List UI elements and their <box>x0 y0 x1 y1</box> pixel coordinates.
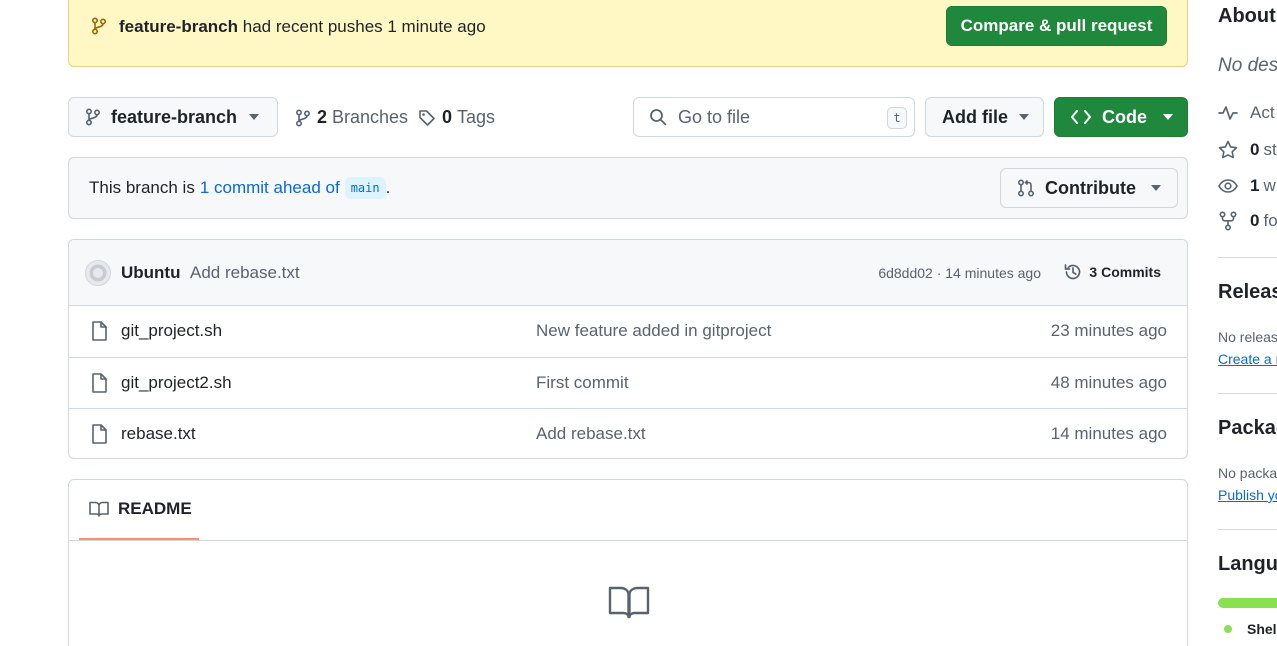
banner-text: feature-branch had recent pushes 1 minut… <box>119 17 486 37</box>
forks-label: fo <box>1263 211 1277 230</box>
language-bar <box>1218 598 1277 608</box>
chevron-down-icon <box>1151 185 1161 191</box>
file-icon <box>91 373 107 393</box>
file-commit-message[interactable]: New feature added in gitproject <box>536 321 771 341</box>
avatar[interactable] <box>85 260 111 286</box>
file-commit-time: 14 minutes ago <box>1050 424 1167 443</box>
file-commit-message[interactable]: First commit <box>536 373 629 393</box>
readme-divider <box>69 540 1187 541</box>
file-name[interactable]: rebase.txt <box>121 424 196 444</box>
table-row[interactable]: git_project2.sh First commit 48 minutes … <box>69 357 1187 408</box>
file-name[interactable]: git_project.sh <box>121 321 222 341</box>
watching-label: w <box>1263 176 1276 195</box>
stars-label: st <box>1263 140 1277 159</box>
activity-label: Act <box>1250 103 1275 122</box>
ahead-prefix: This branch is <box>89 178 195 197</box>
language-shell[interactable]: Shell <box>1247 621 1277 637</box>
search-icon <box>649 108 667 126</box>
branches-count: 2 <box>317 107 328 127</box>
sidebar-divider <box>1218 529 1277 530</box>
banner-branch-name[interactable]: feature-branch <box>119 17 238 36</box>
packages-empty-text: No packa <box>1218 465 1277 481</box>
forks-count: 0 <box>1250 211 1260 230</box>
tag-icon <box>418 109 436 127</box>
tab-readme[interactable]: README <box>79 480 199 540</box>
file-icon <box>91 424 107 444</box>
commits-count-label: 3 Commits <box>1089 264 1161 280</box>
watchers-link[interactable]: 1 w <box>1218 176 1276 196</box>
language-dot <box>1224 625 1232 633</box>
tags-link[interactable]: 0 Tags <box>418 107 495 128</box>
search-placeholder: Go to file <box>678 106 751 127</box>
readme-tab-label: README <box>118 499 192 518</box>
book-icon <box>89 500 109 518</box>
about-description: No des <box>1218 55 1277 76</box>
file-table: Ubuntu Add rebase.txt 6d8dd02 · 14 minut… <box>68 239 1188 459</box>
packages-heading[interactable]: Packag <box>1218 417 1277 440</box>
git-branch-icon <box>85 108 101 126</box>
code-button-label: Code <box>1102 106 1147 127</box>
pulse-icon <box>1218 104 1238 122</box>
latest-commit-bar: Ubuntu Add rebase.txt 6d8dd02 · 14 minut… <box>69 240 1187 306</box>
base-branch-chip[interactable]: main <box>344 177 386 199</box>
file-icon <box>91 321 107 341</box>
compare-pull-request-button[interactable]: Compare & pull request <box>946 6 1167 46</box>
stars-link[interactable]: 0 st <box>1218 140 1277 160</box>
table-row[interactable]: rebase.txt Add rebase.txt 14 minutes ago <box>69 408 1187 458</box>
languages-heading: Langua <box>1218 553 1277 575</box>
repo-forked-icon <box>1218 211 1238 231</box>
history-icon <box>1063 262 1083 282</box>
contribute-label: Contribute <box>1045 177 1136 198</box>
ahead-commits-link[interactable]: 1 commit ahead of <box>200 178 340 198</box>
branch-ahead-notice: This branch is 1 commit ahead of main . … <box>68 157 1188 219</box>
banner-message: had recent pushes 1 minute ago <box>242 17 486 36</box>
file-commit-time: 48 minutes ago <box>1050 373 1167 392</box>
branch-select-button[interactable]: feature-branch <box>68 97 278 137</box>
code-icon <box>1071 110 1091 124</box>
go-to-file-search[interactable]: Go to file t <box>633 97 915 137</box>
create-release-link[interactable]: Create a r <box>1218 351 1277 367</box>
releases-empty-text: No releas <box>1218 329 1277 345</box>
releases-heading[interactable]: Release <box>1218 281 1277 304</box>
commits-history-link[interactable]: 3 Commits <box>1063 262 1161 282</box>
tags-count: 0 <box>442 107 453 127</box>
activity-link[interactable]: Act <box>1218 103 1275 123</box>
recent-push-banner: feature-branch had recent pushes 1 minut… <box>68 0 1188 67</box>
code-button[interactable]: Code <box>1054 97 1188 137</box>
forks-link[interactable]: 0 fo <box>1218 211 1277 231</box>
branches-label: Branches <box>332 107 409 127</box>
tags-label: Tags <box>457 107 496 127</box>
contribute-button[interactable]: Contribute <box>1000 168 1178 208</box>
sidebar-divider <box>1218 257 1277 258</box>
chevron-down-icon <box>1163 114 1173 120</box>
pull-request-icon <box>1017 179 1035 197</box>
sidebar-divider <box>1218 393 1277 394</box>
ahead-suffix: . <box>385 178 391 197</box>
table-row[interactable]: git_project.sh New feature added in gitp… <box>69 306 1187 357</box>
stars-count: 0 <box>1250 140 1260 159</box>
book-icon <box>608 584 650 620</box>
commit-author[interactable]: Ubuntu <box>121 263 180 283</box>
chevron-down-icon <box>1019 114 1029 120</box>
commit-sha-time[interactable]: 6d8dd02 · 14 minutes ago <box>878 265 1041 281</box>
git-branch-icon <box>91 17 107 35</box>
publish-package-link[interactable]: Publish yo <box>1218 487 1277 503</box>
git-branch-icon <box>295 108 311 127</box>
file-commit-time: 23 minutes ago <box>1050 321 1167 340</box>
search-shortcut-key: t <box>887 107 907 129</box>
commit-message[interactable]: Add rebase.txt <box>190 263 300 283</box>
watching-count: 1 <box>1250 176 1260 195</box>
branches-link[interactable]: 2 Branches <box>295 107 408 128</box>
chevron-down-icon <box>249 114 259 120</box>
ahead-text: This branch is 1 commit ahead of main . <box>89 177 390 199</box>
about-heading: About <box>1218 5 1276 27</box>
eye-icon <box>1218 178 1238 194</box>
add-file-label: Add file <box>942 106 1008 127</box>
file-name[interactable]: git_project2.sh <box>121 373 232 393</box>
file-commit-message[interactable]: Add rebase.txt <box>536 424 646 444</box>
branch-select-label: feature-branch <box>111 106 238 127</box>
add-file-button[interactable]: Add file <box>925 97 1044 137</box>
star-icon <box>1218 140 1238 160</box>
readme-panel: README <box>68 479 1188 646</box>
